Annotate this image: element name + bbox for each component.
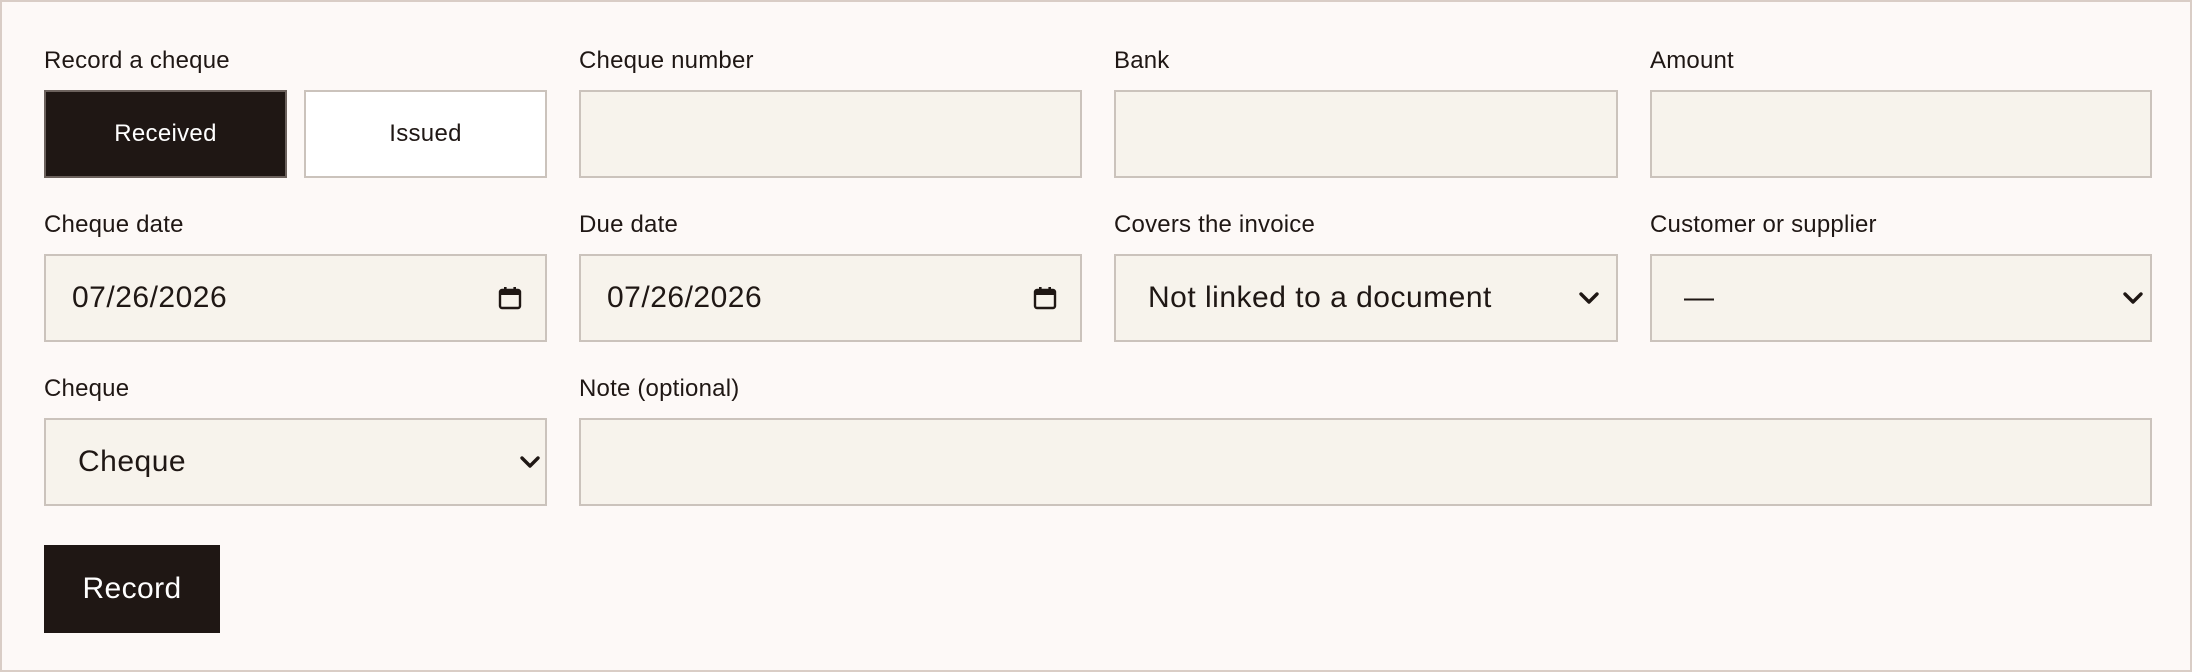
covers-invoice-select[interactable]: Not linked to a document	[1114, 254, 1618, 342]
due-date-input[interactable]: 07/26/2026	[579, 254, 1082, 342]
cheque-type-label: Cheque	[44, 375, 130, 402]
calendar-icon[interactable]	[497, 285, 523, 311]
received-label: Received	[114, 120, 217, 147]
direction-toggle-group: Record a cheque Received Issued	[44, 46, 547, 178]
amount-input[interactable]	[1650, 90, 2152, 178]
note-input[interactable]	[579, 418, 2152, 506]
cheque-number-field-group: Cheque number	[579, 46, 1082, 178]
due-date-value: 07/26/2026	[607, 281, 763, 314]
cheque-date-field-group: Cheque date 07/26/2026	[44, 210, 547, 342]
calendar-icon[interactable]	[1032, 285, 1058, 311]
cheque-type-field-group: Cheque Cheque	[44, 374, 547, 506]
cheque-number-label: Cheque number	[579, 47, 754, 74]
customer-field-group: Customer or supplier —	[1650, 210, 2152, 342]
covers-invoice-label: Covers the invoice	[1114, 211, 1316, 238]
due-date-field-group: Due date 07/26/2026	[579, 210, 1082, 342]
bank-label: Bank	[1114, 47, 1170, 74]
chevron-down-icon	[1578, 291, 1600, 305]
cheque-date-input[interactable]: 07/26/2026	[44, 254, 547, 342]
cheque-type-select[interactable]: Cheque	[44, 418, 547, 506]
note-label: Note (optional)	[579, 375, 740, 402]
customer-select[interactable]: —	[1650, 254, 2152, 342]
amount-label: Amount	[1650, 47, 1734, 74]
bank-input[interactable]	[1114, 90, 1618, 178]
covers-invoice-value: Not linked to a document	[1148, 281, 1492, 314]
issued-label: Issued	[389, 120, 462, 147]
received-toggle-button[interactable]: Received	[44, 90, 287, 178]
bank-field-group: Bank	[1114, 46, 1618, 178]
covers-invoice-field-group: Covers the invoice Not linked to a docum…	[1114, 210, 1618, 342]
cheque-date-value: 07/26/2026	[72, 281, 228, 314]
note-field-group: Note (optional)	[579, 374, 2152, 506]
direction-label: Record a cheque	[44, 47, 230, 74]
amount-field-group: Amount	[1650, 46, 2152, 178]
cheque-number-input[interactable]	[579, 90, 1082, 178]
cheque-date-label: Cheque date	[44, 211, 184, 238]
cheque-type-value: Cheque	[78, 445, 187, 478]
due-date-label: Due date	[579, 211, 679, 238]
record-button-label: Record	[82, 572, 182, 605]
customer-label: Customer or supplier	[1650, 211, 1877, 238]
issued-toggle-button[interactable]: Issued	[304, 90, 547, 178]
chevron-down-icon	[2122, 291, 2144, 305]
customer-value: —	[1684, 281, 1715, 314]
record-button[interactable]: Record	[44, 545, 220, 633]
cheque-form: Record a cheque Received Issued Cheque n…	[0, 0, 2192, 672]
chevron-down-icon	[519, 455, 541, 469]
